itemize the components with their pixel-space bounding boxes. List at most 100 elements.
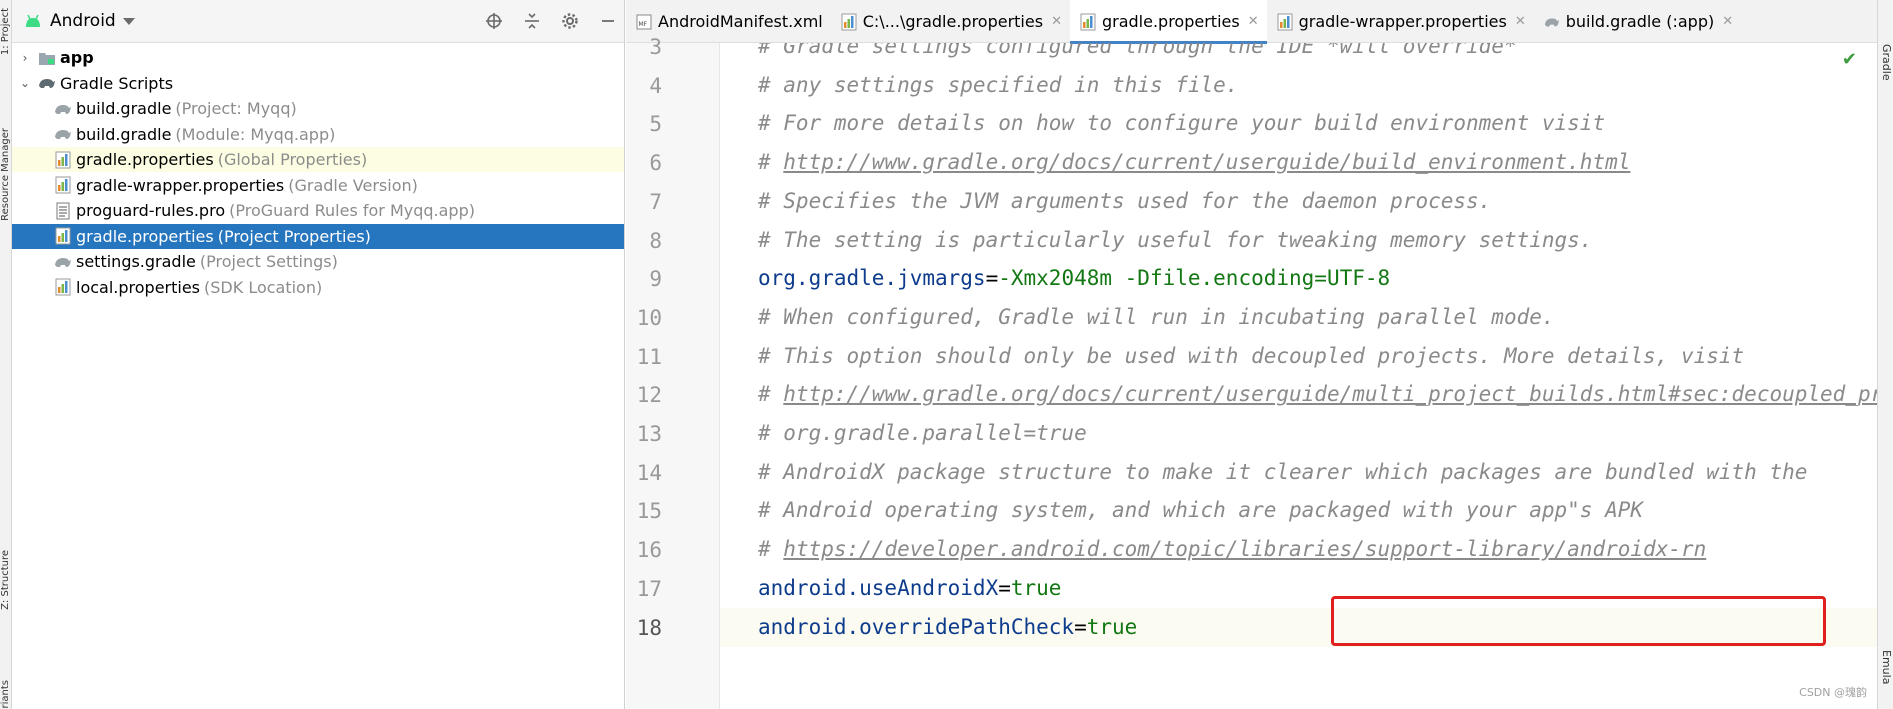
tree-item-label: gradle.properties <box>76 226 214 246</box>
code-line[interactable]: # Android operating system, and which ar… <box>720 491 1877 530</box>
editor-tab-bar: MF AndroidManifest.xml C:\...\gradle.prope… <box>626 0 1877 44</box>
code-line[interactable]: # org.gradle.parallel=true <box>720 414 1877 453</box>
gradle-tool-tab[interactable]: Gradle <box>1880 44 1893 81</box>
highlight-annotation-box <box>1331 596 1826 646</box>
project-panel: Android › app ⌄ Gradle Scripts build.gradle(… <box>12 0 625 709</box>
tree-item-hint: (Project Properties) <box>217 226 371 246</box>
tree-item-hint: (Global Properties) <box>217 150 368 169</box>
project-tool-tab[interactable]: 1: Project <box>0 8 11 55</box>
close-icon[interactable]: ✕ <box>1248 14 1259 29</box>
close-icon[interactable]: ✕ <box>1515 14 1526 29</box>
editor-tab-label: AndroidManifest.xml <box>658 12 823 31</box>
tree-item[interactable]: ⌄ Gradle Scripts <box>12 71 624 96</box>
code-token: = <box>998 575 1011 600</box>
code-line[interactable]: # For more details on how to configure y… <box>720 104 1877 143</box>
line-number: 13 <box>636 422 662 446</box>
editor-tab-label: build.gradle (:app) <box>1565 12 1715 31</box>
tree-item[interactable]: build.gradle (Module: Myqq.app) <box>12 122 624 147</box>
collapse-all-icon[interactable] <box>522 11 542 31</box>
code-token: = <box>1074 614 1087 639</box>
tree-item[interactable]: proguard-rules.pro (ProGuard Rules for My… <box>12 198 624 223</box>
project-panel-header: Android <box>12 0 624 43</box>
tree-item[interactable]: local.properties (SDK Location) <box>12 275 624 300</box>
line-number: 8 <box>649 228 662 253</box>
code-token: # org.gradle.parallel=true <box>758 421 1087 445</box>
code-token: -Xmx2048m -Dfile.encoding=UTF-8 <box>998 266 1391 291</box>
emulator-tool-tab[interactable]: Emula <box>1880 650 1893 684</box>
chevron-down-icon[interactable]: ⌄ <box>18 76 32 90</box>
properties-file-icon <box>841 13 857 30</box>
tree-item[interactable]: settings.gradle (Project Settings) <box>12 249 624 274</box>
code-line[interactable]: # https://developer.android.com/topic/li… <box>720 530 1877 569</box>
line-number: 17 <box>636 576 662 601</box>
locate-target-icon[interactable] <box>484 11 504 31</box>
code-token: # <box>758 150 784 175</box>
code-token: # For more details on how to configure y… <box>758 111 1606 136</box>
line-number: 6 <box>649 151 662 176</box>
tree-item[interactable]: build.gradle (Project: Myqq) <box>12 96 624 121</box>
chevron-right-icon[interactable]: › <box>18 51 32 65</box>
code-token: # <box>758 537 784 562</box>
editor-tab[interactable]: gradle-wrapper.properties ✕ <box>1267 0 1534 43</box>
minimize-icon[interactable] <box>598 11 618 31</box>
properties-file-icon <box>54 176 72 194</box>
code-token: # When configured, Gradle will run in in… <box>758 304 1555 329</box>
code-line[interactable]: # The setting is particularly useful for… <box>720 221 1877 260</box>
watermark: CSDN @瑰韵 <box>1799 686 1867 699</box>
line-number: 18 <box>636 615 662 640</box>
close-icon[interactable]: ✕ <box>1722 14 1733 29</box>
project-view-selector[interactable]: Android <box>50 11 116 31</box>
chevron-down-icon[interactable] <box>122 17 135 25</box>
editor-tab[interactable]: build.gradle (:app) ✕ <box>1534 0 1741 43</box>
code-token: # Android operating system, and which ar… <box>758 498 1644 523</box>
structure-tool-tab[interactable]: Z: Structure <box>0 550 11 610</box>
tree-item-label: gradle-wrapper.properties <box>76 175 285 195</box>
editor-tab-label: gradle.properties <box>1101 12 1240 31</box>
android-icon <box>26 14 40 27</box>
code-line[interactable]: # This option should only be used with d… <box>720 337 1877 376</box>
code-line[interactable]: # AndroidX package structure to make it … <box>720 453 1877 492</box>
gear-icon[interactable] <box>560 11 580 31</box>
tree-item-label: Gradle Scripts <box>60 73 174 93</box>
properties-file-icon <box>54 227 72 245</box>
code-token: true <box>1086 614 1138 639</box>
xml-file-icon: MF <box>636 14 652 30</box>
gradle-file-icon <box>54 253 72 271</box>
build-variants-tool-tab[interactable]: Variants <box>0 680 11 709</box>
code-line[interactable]: # http://www.gradle.org/docs/current/use… <box>720 375 1877 414</box>
line-number: 16 <box>636 538 662 563</box>
editor-tab[interactable]: C:\...\gradle.properties ✕ <box>831 0 1070 43</box>
tree-item[interactable]: gradle.properties (Global Properties) <box>12 147 624 172</box>
code-line[interactable]: # http://www.gradle.org/docs/current/use… <box>720 143 1877 182</box>
properties-file-icon <box>54 151 72 169</box>
code-line[interactable]: # Specifies the JVM arguments used for t… <box>720 182 1877 221</box>
code-line[interactable]: # any settings specified in this file. <box>720 66 1877 105</box>
tree-item[interactable]: gradle.properties (Project Properties) <box>12 223 624 249</box>
code-token: http://www.gradle.org/docs/current/userg… <box>783 150 1631 175</box>
code-line[interactable]: # Gradle settings configured through the… <box>720 43 1877 66</box>
code-token: android.overridePathCheck <box>758 614 1075 639</box>
resource-manager-tool-tab[interactable]: Resource Manager <box>0 128 11 221</box>
editor-tab-label: gradle-wrapper.properties <box>1298 12 1507 31</box>
code-token: # <box>758 382 784 407</box>
tree-item[interactable]: gradle-wrapper.properties (Gradle Version… <box>12 173 624 198</box>
gradle-file-icon <box>54 100 72 118</box>
tree-item-label: build.gradle <box>76 99 172 118</box>
code-token: # any settings specified in this file. <box>758 72 1239 97</box>
properties-file-icon <box>1277 13 1293 30</box>
gradle-file-icon <box>1544 14 1560 30</box>
gradle-file-icon <box>54 125 72 143</box>
module-folder-icon <box>38 49 56 67</box>
code-token: http://www.gradle.org/docs/current/userg… <box>783 382 1877 407</box>
code-line[interactable]: # When configured, Gradle will run in in… <box>720 298 1877 337</box>
line-number: 5 <box>649 112 662 137</box>
close-icon[interactable]: ✕ <box>1051 14 1062 29</box>
code-token: # Specifies the JVM arguments used for t… <box>758 188 1492 213</box>
left-tool-strip: 1: Project Resource Manager Z: Structure… <box>0 0 12 709</box>
code-token: # The setting is particularly useful for… <box>758 227 1593 252</box>
code-line[interactable]: org.gradle.jvmargs=-Xmx2048m -Dfile.enco… <box>720 259 1877 298</box>
editor-tab[interactable]: gradle.properties ✕ <box>1069 0 1267 44</box>
tree-item-hint: (SDK Location) <box>204 277 323 297</box>
code-token: # Gradle settings configured through the… <box>758 43 1517 58</box>
tree-item[interactable]: › app <box>12 45 624 70</box>
